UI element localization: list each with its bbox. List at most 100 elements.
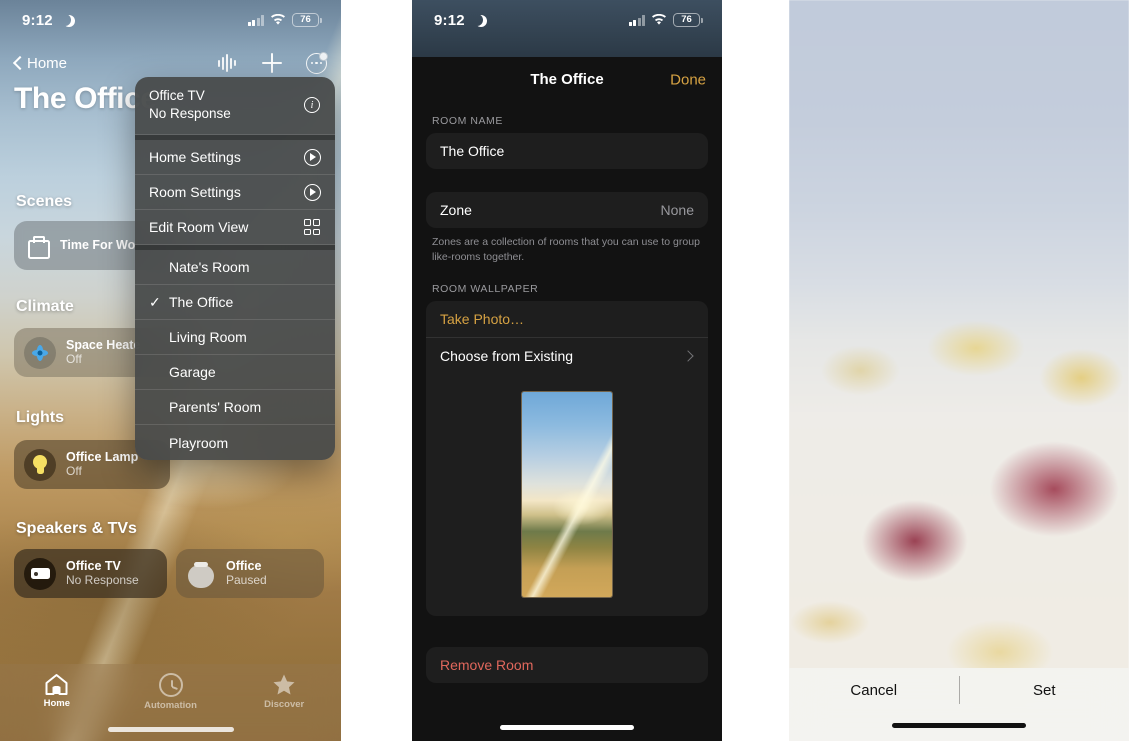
moon-crescent-icon <box>471 14 483 26</box>
settings-play-icon <box>303 148 321 166</box>
menu-item-room-settings[interactable]: Room Settings <box>135 175 335 211</box>
menu-item-home-settings[interactable]: Home Settings <box>135 140 335 176</box>
menu-item-label: Parents' Room <box>169 399 262 416</box>
home-indicator-bar[interactable] <box>500 725 634 730</box>
choose-from-existing-row[interactable]: Choose from Existing <box>426 337 708 373</box>
battery-percent: 76 <box>681 14 692 26</box>
context-menu-header-office-tv[interactable]: Office TV No Response i <box>135 77 335 136</box>
wallpaper-preview-thumbnail[interactable] <box>522 392 612 598</box>
room-name-field[interactable]: The Office <box>426 133 708 169</box>
menu-item-label: Edit Room View <box>149 219 249 236</box>
menu-item-label: Home Settings <box>149 149 241 166</box>
tab-label: Home <box>43 698 71 709</box>
remove-room-card: Remove Room <box>426 647 708 684</box>
menu-item-label-wrap: Room Settings <box>149 184 241 200</box>
menu-item-label-wrap: Edit Room View <box>149 219 248 235</box>
room-name-card: The Office <box>426 133 708 169</box>
home-indicator-bar[interactable] <box>107 727 234 732</box>
tile-name: Office Lamp <box>66 450 139 465</box>
tile-text: Office Lamp Off <box>66 450 138 478</box>
back-to-home-button[interactable]: Home <box>14 55 67 72</box>
tab-home[interactable]: Home <box>0 673 114 709</box>
checkmark-icon: ✓ <box>149 294 161 311</box>
accessory-tile-office-speaker[interactable]: Office Paused <box>176 549 324 598</box>
set-button[interactable]: Set <box>960 668 1129 712</box>
menu-item-label: Playroom <box>169 434 229 451</box>
menu-item-room-nates-room[interactable]: Nate's Room <box>135 250 335 286</box>
home-icon <box>44 673 69 695</box>
menu-item-room-the-office[interactable]: ✓ The Office <box>135 285 335 321</box>
zone-value: None <box>660 202 694 218</box>
chevron-left-icon <box>14 56 22 70</box>
menu-item-room-playroom[interactable]: Playroom <box>135 425 335 460</box>
battery-indicator: 76 <box>673 13 703 27</box>
tab-label: Discover <box>264 699 305 710</box>
accessory-tile-office-tv[interactable]: Office TV No Response <box>14 549 167 598</box>
menu-item-label: Nate's Room <box>169 259 250 276</box>
menu-item-label-wrap: Playroom <box>149 435 228 451</box>
menu-item-label: Living Room <box>169 329 247 346</box>
context-menu: Office TV No Response i Home Settings Ro… <box>135 77 335 461</box>
tile-text: Space Heate Off <box>66 338 140 366</box>
tile-status: No Response <box>66 572 139 587</box>
more-ellipsis-circle-icon[interactable] <box>306 51 328 74</box>
info-circle-icon[interactable]: i <box>303 96 321 114</box>
section-header-speakers-tvs: Speakers & TVs <box>16 520 137 537</box>
status-left: 9:12 <box>22 12 71 29</box>
tile-status: Off <box>66 351 82 366</box>
wallpaper-thumbnail-row[interactable] <box>426 373 708 616</box>
status-left: 9:12 <box>434 12 483 29</box>
wifi-icon <box>651 14 667 26</box>
menu-item-room-garage[interactable]: Garage <box>135 355 335 391</box>
room-settings-sheet: The Office Done ROOM NAME The Office Zon… <box>412 57 722 741</box>
tab-discover[interactable]: Discover <box>227 673 341 710</box>
tile-status: Off <box>66 463 82 478</box>
panel-gap-1 <box>341 0 412 741</box>
remove-room-label: Remove Room <box>440 657 534 674</box>
done-button[interactable]: Done <box>670 71 706 88</box>
room-wallpaper-card: Take Photo… Choose from Existing <box>426 301 708 617</box>
automation-icon <box>158 673 183 697</box>
lightbulb-icon <box>24 448 56 481</box>
cellular-signal-icon <box>247 14 264 26</box>
zone-row[interactable]: Zone None <box>426 192 708 228</box>
zone-footnote: Zones are a collection of rooms that you… <box>432 236 700 263</box>
cellular-signal-icon <box>628 14 645 26</box>
header-subtitle: No Response <box>149 106 231 122</box>
tab-automation[interactable]: Automation <box>114 673 228 711</box>
chevron-right-icon <box>686 349 694 362</box>
plus-icon[interactable] <box>262 53 282 73</box>
menu-item-room-living-room[interactable]: Living Room <box>135 320 335 356</box>
group-label-room-wallpaper: ROOM WALLPAPER <box>432 283 539 296</box>
zone-card: Zone None <box>426 192 708 228</box>
section-header-scenes: Scenes <box>16 193 73 210</box>
menu-item-room-parents-room[interactable]: Parents' Room <box>135 390 335 426</box>
cancel-button[interactable]: Cancel <box>789 668 959 712</box>
flower-field-wallpaper-preview[interactable] <box>789 0 1129 741</box>
audio-waveform-icon[interactable] <box>218 54 238 72</box>
phone-panel-home-app: 9:12 76 Home The Office Scenes Climate L… <box>0 0 341 741</box>
status-right: 76 <box>247 13 322 27</box>
tile-status: Paused <box>226 572 267 587</box>
status-time: 9:12 <box>434 11 465 29</box>
tile-name: Office TV <box>66 559 121 574</box>
choose-existing-label: Choose from Existing <box>440 347 574 364</box>
briefcase-icon <box>24 233 50 259</box>
battery-indicator: 76 <box>292 13 322 27</box>
sheet-navbar: The Office Done <box>412 57 722 102</box>
header-title: Office TV <box>149 88 205 103</box>
battery-percent: 76 <box>300 14 311 26</box>
grid-layout-icon <box>303 218 321 236</box>
star-icon <box>272 673 296 696</box>
sheet-title: The Office <box>530 71 604 88</box>
take-photo-row[interactable]: Take Photo… <box>426 301 708 337</box>
menu-item-label: The Office <box>169 294 234 311</box>
tab-label: Automation <box>144 700 197 711</box>
remove-room-button[interactable]: Remove Room <box>426 647 708 683</box>
menu-item-edit-room-view[interactable]: Edit Room View <box>135 210 335 246</box>
menu-item-label-wrap: Living Room <box>149 329 247 345</box>
home-indicator-bar[interactable] <box>892 723 1026 728</box>
header-text: Office TV No Response <box>149 87 231 123</box>
moon-crescent-icon <box>59 14 71 26</box>
